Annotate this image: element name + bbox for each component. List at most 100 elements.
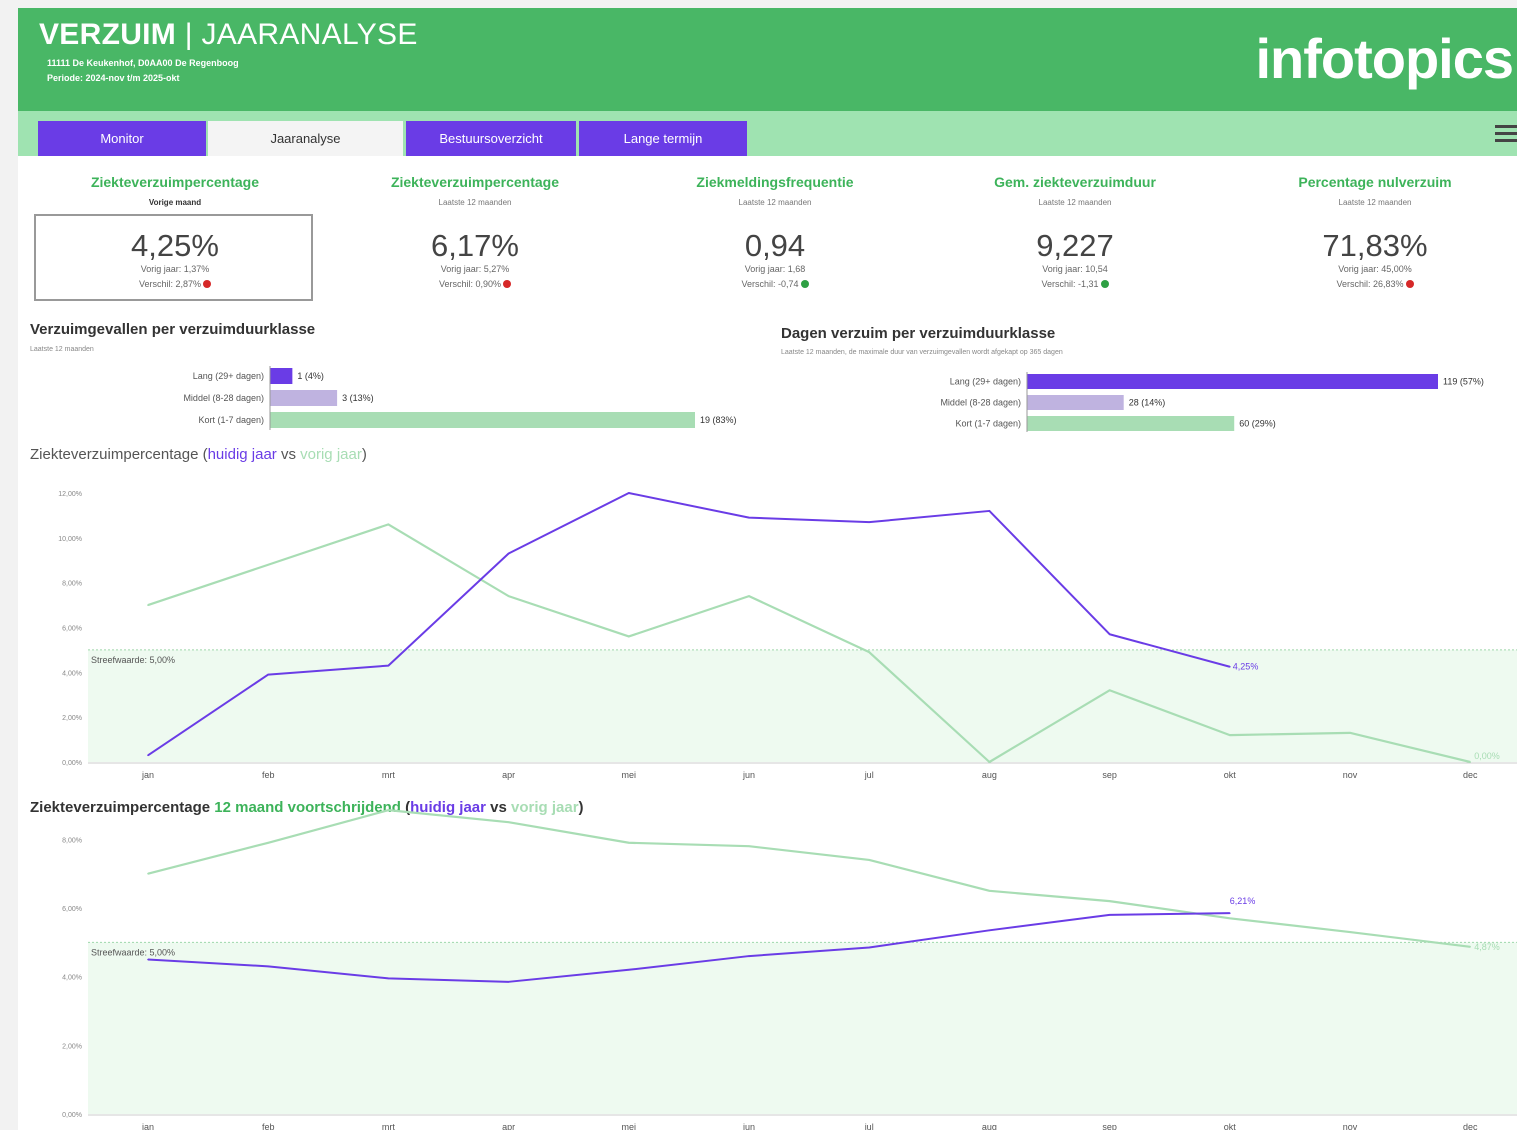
- data-point: [1229, 665, 1231, 668]
- bar: [1027, 416, 1235, 431]
- days-bar-chart: Lang (29+ dagen) 119 (57%) Middel (8-28 da…: [940, 372, 1484, 432]
- data-point: [748, 595, 750, 597]
- data-point: [267, 841, 269, 844]
- y-tick-label: 0,00%: [62, 760, 82, 767]
- kpi-difference-text: Verschil: -0,74: [741, 279, 799, 289]
- bar-category-label: Middel (8-28 dagen): [183, 393, 264, 403]
- kpi-subtitle: Laatste 12 maanden: [1038, 198, 1112, 207]
- kpi-value: 0,94: [744, 228, 806, 263]
- data-point: [868, 859, 870, 861]
- series-end-label: 4,87%: [1474, 942, 1500, 952]
- kpi-title: Percentage nulverzuim: [1298, 174, 1452, 190]
- series-end-label: 0,00%: [1474, 751, 1500, 761]
- target-band: [88, 649, 1517, 762]
- data-point: [748, 955, 750, 957]
- y-tick-label: 8,00%: [62, 837, 82, 844]
- x-tick-label: mei: [622, 770, 637, 780]
- data-point: [1349, 931, 1351, 933]
- series-previous-year: [147, 809, 1471, 948]
- kpi-difference: Verschil: -0,74: [630, 279, 920, 289]
- kpi-card-3[interactable]: Ziekmeldingsfrequentie Laatste 12 maande…: [630, 168, 920, 310]
- status-dot-icon: [503, 280, 512, 288]
- data-point: [507, 595, 510, 597]
- status-dot-icon: [203, 280, 212, 288]
- kpi-card-2[interactable]: Ziekteverzuimpercentage Laatste 12 maand…: [330, 168, 620, 310]
- data-point: [1349, 732, 1351, 734]
- bar-value-label: 60 (29%): [1239, 419, 1276, 429]
- y-tick-label: 10,00%: [58, 536, 82, 543]
- data-point: [1108, 633, 1111, 636]
- target-label: Streefwaarde: 5,00%: [91, 655, 175, 665]
- data-point: [868, 651, 870, 653]
- tab-monitor[interactable]: Monitor: [38, 121, 206, 156]
- x-tick-label: aug: [982, 1122, 997, 1130]
- kpi-difference-text: Verschil: 26,83%: [1336, 279, 1404, 289]
- data-point: [868, 946, 870, 949]
- tab-jaaranalyse[interactable]: Jaaranalyse: [208, 121, 403, 156]
- data-point: [1469, 945, 1471, 948]
- kpi-difference-text: Verschil: 0,90%: [438, 279, 502, 289]
- tab-lange-termijn[interactable]: Lange termijn: [579, 121, 747, 156]
- x-tick-label: nov: [1343, 1122, 1358, 1130]
- period-info: Periode: 2024-nov t/m 2025-okt: [47, 73, 180, 83]
- data-point: [387, 664, 390, 667]
- x-tick-label: mrt: [382, 1122, 395, 1130]
- bar: [1027, 395, 1124, 410]
- data-point: [988, 890, 991, 892]
- x-tick-label: jun: [742, 770, 755, 780]
- kpi-value: 71,83%: [1322, 228, 1428, 263]
- data-point: [628, 635, 630, 638]
- bar-category-label: Kort (1-7 dagen): [198, 415, 264, 425]
- kpi-value: 9,227: [1036, 228, 1114, 263]
- hamburger-icon[interactable]: [1495, 122, 1517, 146]
- data-point: [748, 845, 750, 847]
- data-point: [1229, 734, 1231, 736]
- kpi-difference-text: Verschil: -1,31: [1041, 279, 1099, 289]
- data-point: [748, 516, 750, 519]
- data-point: [1108, 900, 1111, 902]
- y-tick-label: 2,00%: [62, 715, 82, 722]
- target-label: Streefwaarde: 5,00%: [91, 947, 175, 957]
- data-point: [387, 523, 390, 526]
- bar-value-label: 28 (14%): [1129, 398, 1166, 408]
- kpi-subtitle: Laatste 12 maanden: [1338, 198, 1412, 207]
- kpi-card-1[interactable]: Ziekteverzuimpercentage Vorige maand 4,2…: [30, 168, 320, 310]
- data-point: [147, 604, 149, 606]
- status-dot-icon: [1100, 280, 1109, 288]
- kpi-title: Ziekteverzuimpercentage: [390, 174, 560, 190]
- y-tick-label: 6,00%: [62, 906, 82, 913]
- days-per-class-panel: Dagen verzuim per verzuimduurklasse Laat…: [778, 318, 1517, 432]
- y-tick-label: 0,00%: [62, 1112, 82, 1119]
- title-separator: |: [176, 18, 202, 51]
- x-tick-label: sep: [1102, 770, 1117, 780]
- bar: [270, 390, 338, 406]
- data-point: [507, 821, 510, 823]
- data-point: [868, 521, 870, 523]
- bar: [270, 368, 293, 384]
- kpi-previous: Vorig jaar: 45,00%: [1338, 264, 1412, 274]
- kpi-title: Gem. ziekteverzuimduur: [994, 174, 1156, 190]
- data-point: [147, 754, 149, 757]
- kpi-card-5[interactable]: Percentage nulverzuim Laatste 12 maanden…: [1230, 168, 1517, 310]
- title-light: JAARANALYSE: [201, 18, 418, 51]
- data-point: [387, 977, 390, 980]
- data-point: [1108, 914, 1111, 916]
- header-bar: VERZUIM | JAARANALYSE 11111 De Keukenhof…: [18, 8, 1517, 111]
- kpi-difference-text: Verschil: 2,87%: [138, 279, 202, 289]
- tab-bestuursoverzicht[interactable]: Bestuursoverzicht: [406, 121, 576, 156]
- data-point: [1229, 917, 1231, 920]
- cases-per-class-panel: Verzuimgevallen per verzuimduurklasse La…: [30, 318, 772, 432]
- x-tick-label: jul: [864, 1122, 874, 1130]
- data-point: [988, 510, 991, 512]
- data-point: [1469, 761, 1471, 763]
- cases-bar-chart: Lang (29+ dagen) 1 (4%) Middel (8-28 dagen…: [183, 366, 737, 430]
- kpi-subtitle: Vorige maand: [148, 198, 202, 207]
- x-tick-label: okt: [1224, 1122, 1237, 1130]
- data-point: [628, 969, 630, 971]
- kpi-difference: Verschil: -1,31: [930, 279, 1220, 289]
- y-tick-label: 2,00%: [62, 1043, 82, 1050]
- kpi-card-4[interactable]: Gem. ziekteverzuimduur Laatste 12 maande…: [930, 168, 1220, 310]
- kpi-previous: Vorig jaar: 1,68: [744, 264, 806, 274]
- data-point: [988, 761, 991, 763]
- x-tick-label: jun: [742, 1122, 755, 1130]
